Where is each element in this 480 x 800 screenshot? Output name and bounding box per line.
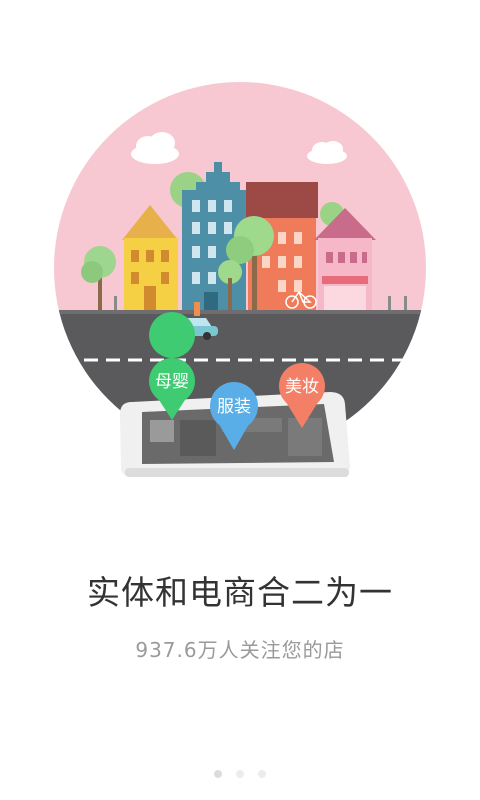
page-dot-3[interactable] xyxy=(258,770,266,778)
onboarding-headline: 实体和电商合二为一 xyxy=(87,573,393,612)
pin-label-mother-baby: 母婴 xyxy=(155,372,189,392)
page-dot-1[interactable] xyxy=(214,770,222,778)
onboarding-screen: 母婴 服装 美妆 实体和电商合二为一 937.6万人关注您的店 xyxy=(0,0,480,800)
pin-label-clothing: 服装 xyxy=(217,397,251,417)
pin-label-beauty: 美妆 xyxy=(285,377,319,397)
onboarding-illustration: 母婴 服装 美妆 xyxy=(54,82,426,477)
onboarding-subline: 937.6万人关注您的店 xyxy=(135,638,345,662)
page-indicator[interactable] xyxy=(0,770,480,778)
page-dot-2[interactable] xyxy=(236,770,244,778)
